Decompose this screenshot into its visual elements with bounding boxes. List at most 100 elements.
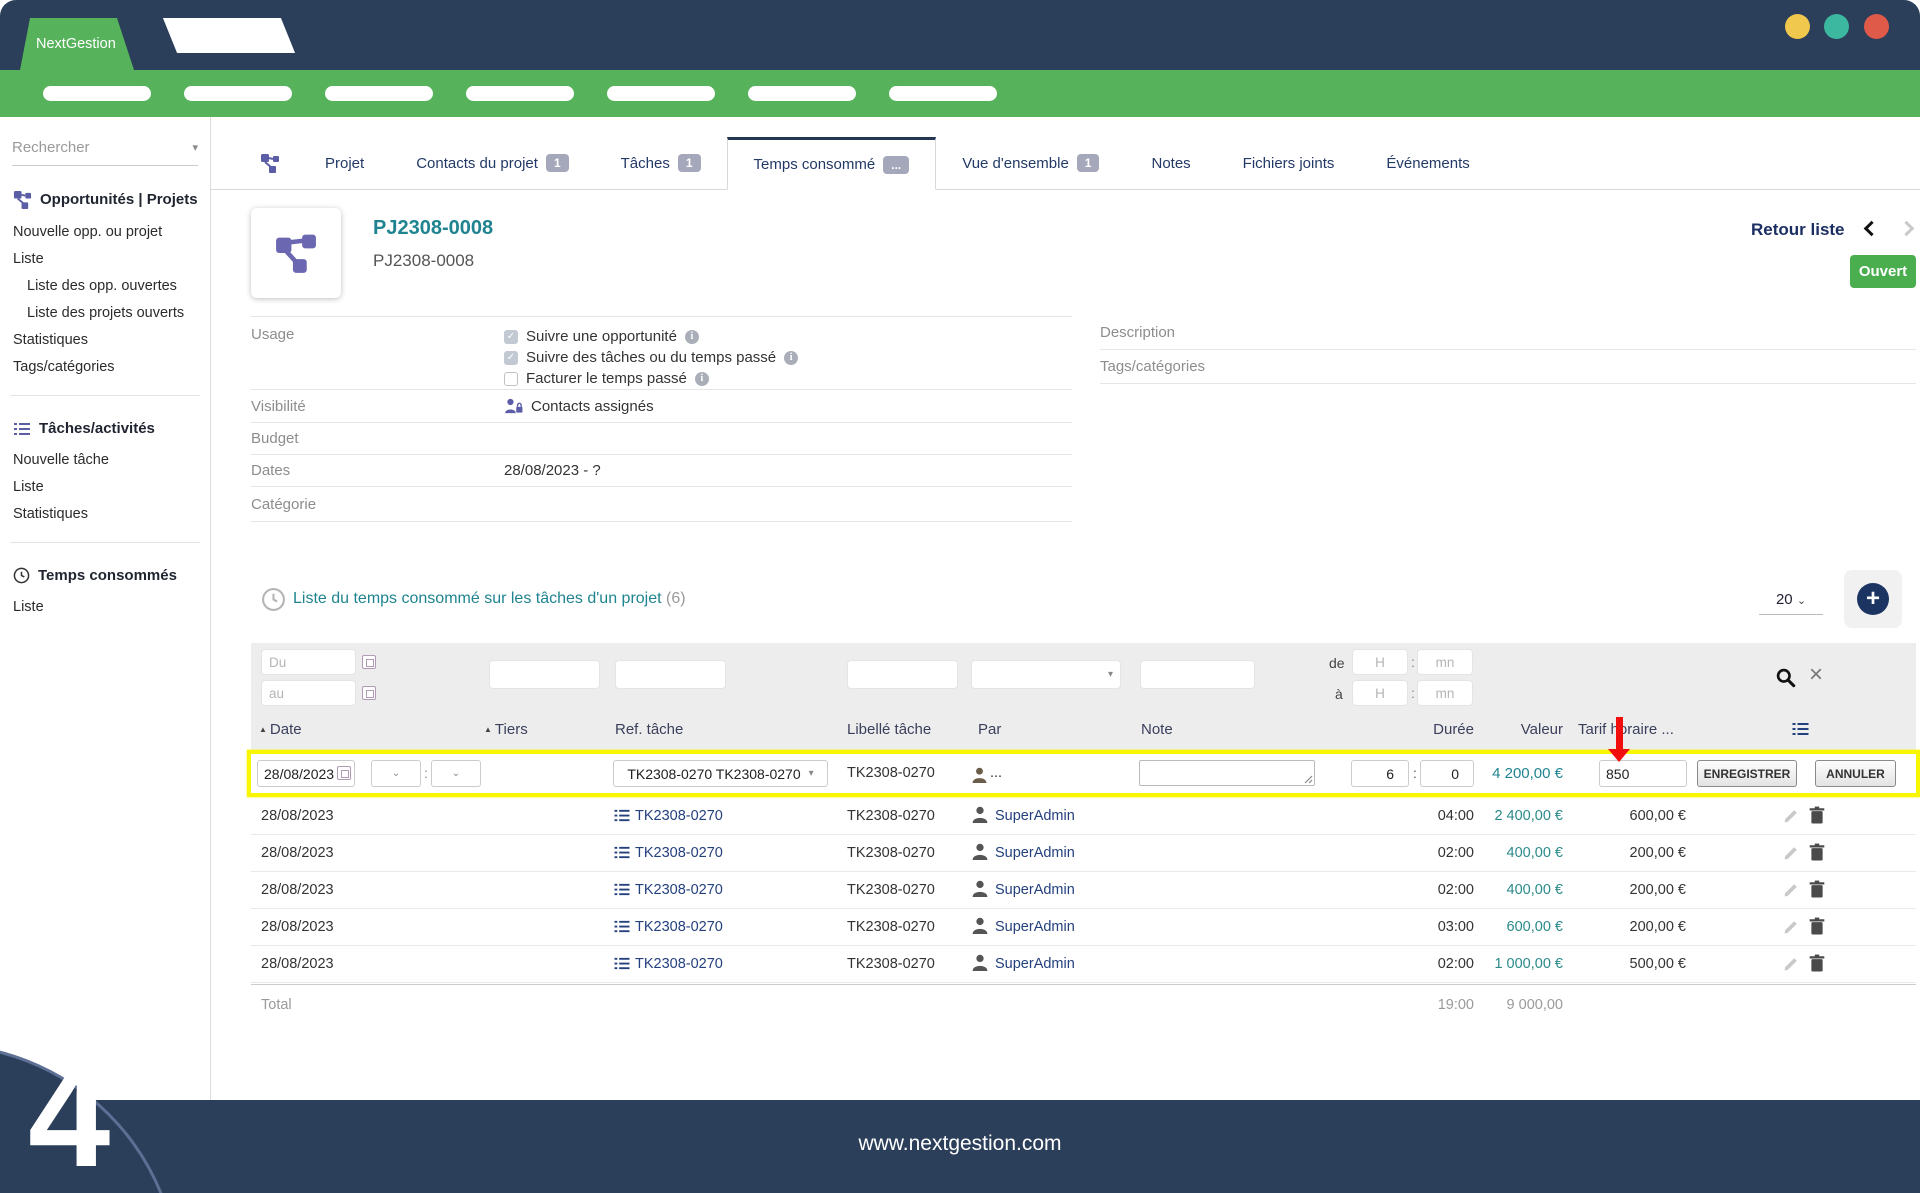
sidebar-item-liste-temps[interactable]: Liste [13,594,210,621]
user-link[interactable]: SuperAdmin [995,807,1075,826]
browser-tab-placeholder[interactable] [163,18,295,53]
task-ref-link[interactable]: TK2308-0270 [635,807,723,826]
nav-pill-placeholder[interactable] [325,86,433,101]
sidebar-item-nouvelle-opp[interactable]: Nouvelle opp. ou projet [13,219,210,246]
edit-pencil-icon[interactable] [1783,807,1800,824]
search-icon[interactable] [1775,667,1797,689]
edit-pencil-icon[interactable] [1783,844,1800,861]
nav-pill-placeholder[interactable] [889,86,997,101]
resize-handle-icon[interactable] [1304,775,1313,784]
user-link[interactable]: SuperAdmin [995,881,1075,900]
column-header-valeur[interactable]: Valeur [1463,721,1563,738]
column-header-ref[interactable]: Ref. tâche [615,721,683,738]
tab-projet[interactable]: Projet [299,137,390,189]
delete-trash-icon[interactable] [1809,954,1825,972]
calendar-icon[interactable] [362,655,376,669]
filter-ref-tache-input[interactable] [615,660,726,689]
nav-pill-placeholder[interactable] [43,86,151,101]
search-input[interactable] [12,139,162,156]
column-settings-icon[interactable] [1791,721,1810,737]
edit-hourly-rate-input[interactable] [1599,760,1687,787]
column-header-date[interactable]: ▲Date [259,721,302,738]
next-record-icon[interactable] [1899,221,1915,237]
edit-pencil-icon[interactable] [1783,918,1800,935]
sidebar-item-liste-opp[interactable]: Liste [13,246,210,273]
sidebar-item-tags-categories[interactable]: Tags/catégories [13,354,210,381]
edit-hour-select[interactable]: ⌄ [371,760,421,787]
checkbox-facturer-temps[interactable]: Facturer le temps passé i [504,368,798,389]
sidebar-item-liste-taches[interactable]: Liste [13,474,210,501]
user-link[interactable]: SuperAdmin [995,844,1075,863]
window-dot-yellow-icon[interactable] [1785,14,1810,39]
window-dot-red-icon[interactable] [1864,14,1889,39]
edit-task-select[interactable]: TK2308-0270 TK2308-0270▾ [613,760,828,787]
sidebar-item-nouvelle-tache[interactable]: Nouvelle tâche [13,447,210,474]
delete-trash-icon[interactable] [1809,806,1825,824]
window-dot-teal-icon[interactable] [1824,14,1849,39]
task-ref-link[interactable]: TK2308-0270 [635,881,723,900]
add-time-entry-button[interactable]: + [1844,570,1902,628]
edit-minute-select[interactable]: ⌄ [431,760,481,787]
task-ref-link[interactable]: TK2308-0270 [635,918,723,937]
checkbox-suivre-opportunite[interactable]: ✓ Suivre une opportunité i [504,326,798,347]
tab-evenements[interactable]: Événements [1360,137,1495,189]
clear-filter-icon[interactable]: × [1809,661,1823,689]
back-to-list-link[interactable]: Retour liste [1751,220,1845,240]
edit-pencil-icon[interactable] [1783,881,1800,898]
delete-trash-icon[interactable] [1809,880,1825,898]
column-header-tiers[interactable]: ▲Tiers [484,721,528,738]
prev-record-icon[interactable] [1864,221,1880,237]
sidebar-item-statistiques-opp[interactable]: Statistiques [13,327,210,354]
edit-pencil-icon[interactable] [1783,955,1800,972]
checkbox-suivre-taches[interactable]: ✓ Suivre des tâches ou du temps passé i [504,347,798,368]
filter-note-input[interactable] [1140,660,1255,689]
column-header-libelle[interactable]: Libellé tâche [847,721,931,738]
task-ref-link[interactable]: TK2308-0270 [635,955,723,974]
checked-checkbox-icon[interactable]: ✓ [504,330,518,344]
unchecked-checkbox-icon[interactable] [504,372,518,386]
filter-hour-to-input[interactable] [1352,680,1408,706]
sidebar-item-liste-opp-ouvertes[interactable]: Liste des opp. ouvertes [13,273,210,300]
tab-vue-densemble[interactable]: Vue d'ensemble1 [936,137,1125,189]
tab-fichiers-joints[interactable]: Fichiers joints [1217,137,1361,189]
user-link[interactable]: SuperAdmin [995,955,1075,974]
person-icon[interactable] [972,762,987,789]
column-header-tarif[interactable]: Tarif horaire ... [1578,721,1674,738]
column-header-duree[interactable]: Durée [1374,721,1474,738]
calendar-icon[interactable] [337,766,351,780]
column-header-par[interactable]: Par [978,721,1001,738]
cancel-button[interactable]: ANNULER [1815,760,1896,787]
edit-par-ellipsis[interactable]: ... [990,760,1002,787]
status-ouvert-button[interactable]: Ouvert [1850,255,1916,288]
sidebar-item-liste-projets-ouverts[interactable]: Liste des projets ouverts [13,300,210,327]
filter-date-from-input[interactable] [261,649,356,675]
edit-note-textarea[interactable] [1139,760,1315,786]
nav-pill-placeholder[interactable] [184,86,292,101]
calendar-icon[interactable] [362,686,376,700]
filter-par-select[interactable]: ▾ [971,660,1121,689]
sidebar-item-statistiques-taches[interactable]: Statistiques [13,501,210,528]
filter-hour-from-input[interactable] [1352,649,1408,675]
filter-min-from-input[interactable] [1417,649,1473,675]
tab-temps-consomme[interactable]: Temps consommé... [727,137,937,190]
tab-notes[interactable]: Notes [1125,137,1216,189]
sidebar-search[interactable]: ▾ [12,139,198,166]
filter-date-to-input[interactable] [261,680,356,706]
brand-tab[interactable]: NextGestion [20,18,134,70]
user-link[interactable]: SuperAdmin [995,918,1075,937]
save-button[interactable]: ENREGISTRER [1697,760,1797,787]
page-size-select[interactable]: 20 ⌄ [1759,591,1823,615]
tab-taches[interactable]: Tâches1 [595,137,727,189]
checked-checkbox-icon[interactable]: ✓ [504,351,518,365]
filter-tiers-input[interactable] [489,660,600,689]
nav-pill-placeholder[interactable] [748,86,856,101]
nav-pill-placeholder[interactable] [607,86,715,101]
delete-trash-icon[interactable] [1809,917,1825,935]
nav-pill-placeholder[interactable] [466,86,574,101]
filter-min-to-input[interactable] [1417,680,1473,706]
column-header-note[interactable]: Note [1141,721,1173,738]
task-ref-link[interactable]: TK2308-0270 [635,844,723,863]
filter-libelle-input[interactable] [847,660,958,689]
tab-contacts[interactable]: Contacts du projet1 [390,137,594,189]
edit-duration-hours-input[interactable] [1351,760,1409,787]
